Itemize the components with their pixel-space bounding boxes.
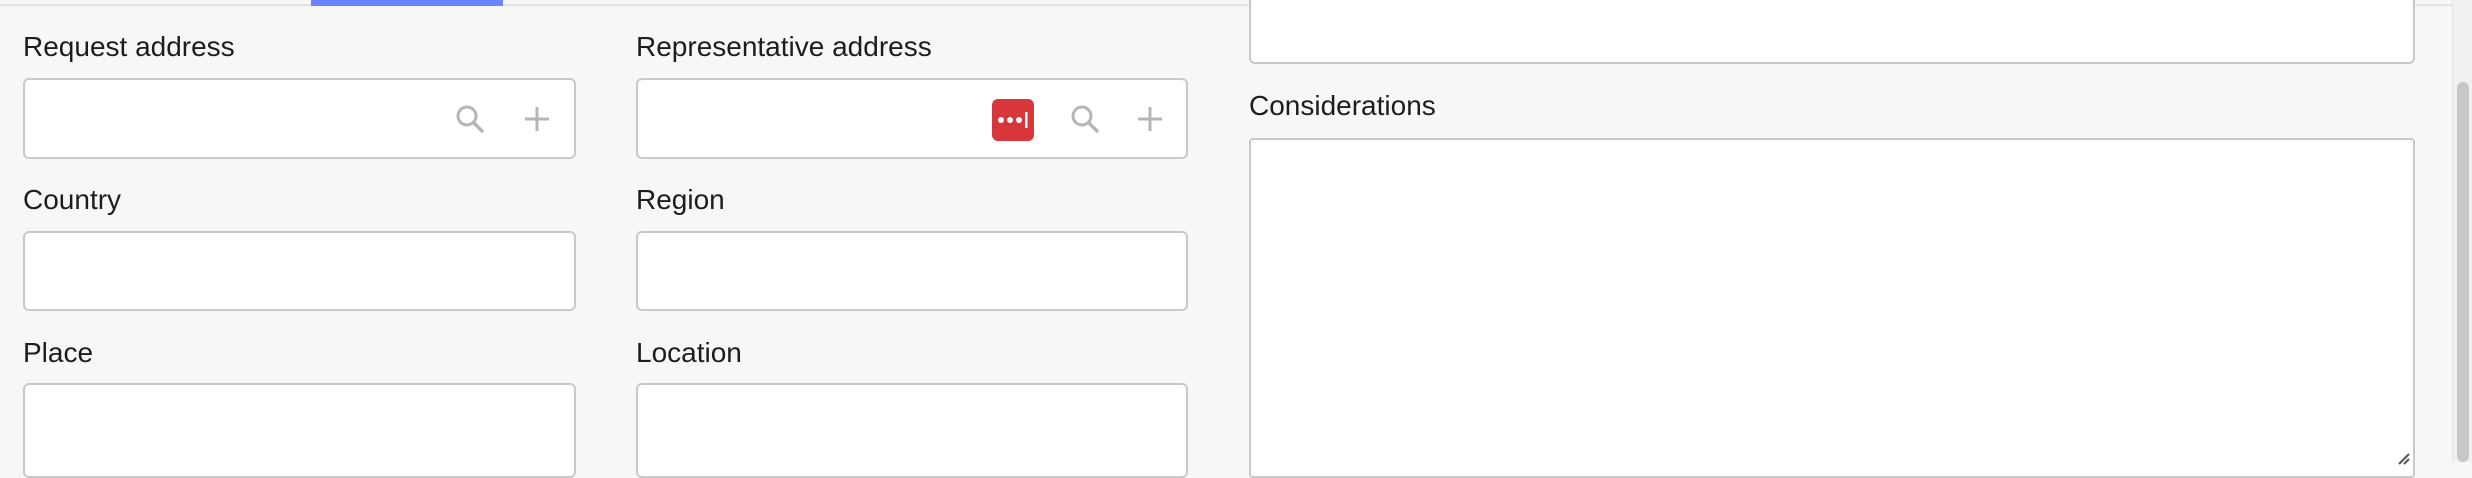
country-label: Country [23,184,122,215]
request-address-field[interactable] [23,78,576,159]
vertical-scrollbar[interactable] [2452,0,2472,462]
place-field[interactable] [23,383,576,478]
active-tab-indicator [311,0,503,6]
password-dots-icon [998,112,1028,128]
location-field[interactable] [636,383,1188,478]
region-field[interactable] [636,231,1188,311]
plus-icon[interactable] [523,105,551,133]
representative-address-label: Representative address [636,31,932,62]
request-address-label: Request address [23,31,235,62]
previous-textarea-field[interactable] [1249,0,2415,64]
search-icon[interactable] [455,104,485,134]
resize-handle-icon[interactable] [2397,452,2411,466]
search-icon[interactable] [1070,104,1100,134]
representative-address-field[interactable] [636,78,1188,159]
plus-icon[interactable] [1136,105,1164,133]
region-label: Region [636,184,725,215]
scrollbar-thumb[interactable] [2457,82,2469,462]
considerations-textarea[interactable] [1249,138,2415,478]
location-label: Location [636,337,742,368]
considerations-label: Considerations [1249,90,1436,121]
place-label: Place [23,337,94,368]
country-field[interactable] [23,231,576,311]
password-manager-icon[interactable] [992,99,1034,141]
